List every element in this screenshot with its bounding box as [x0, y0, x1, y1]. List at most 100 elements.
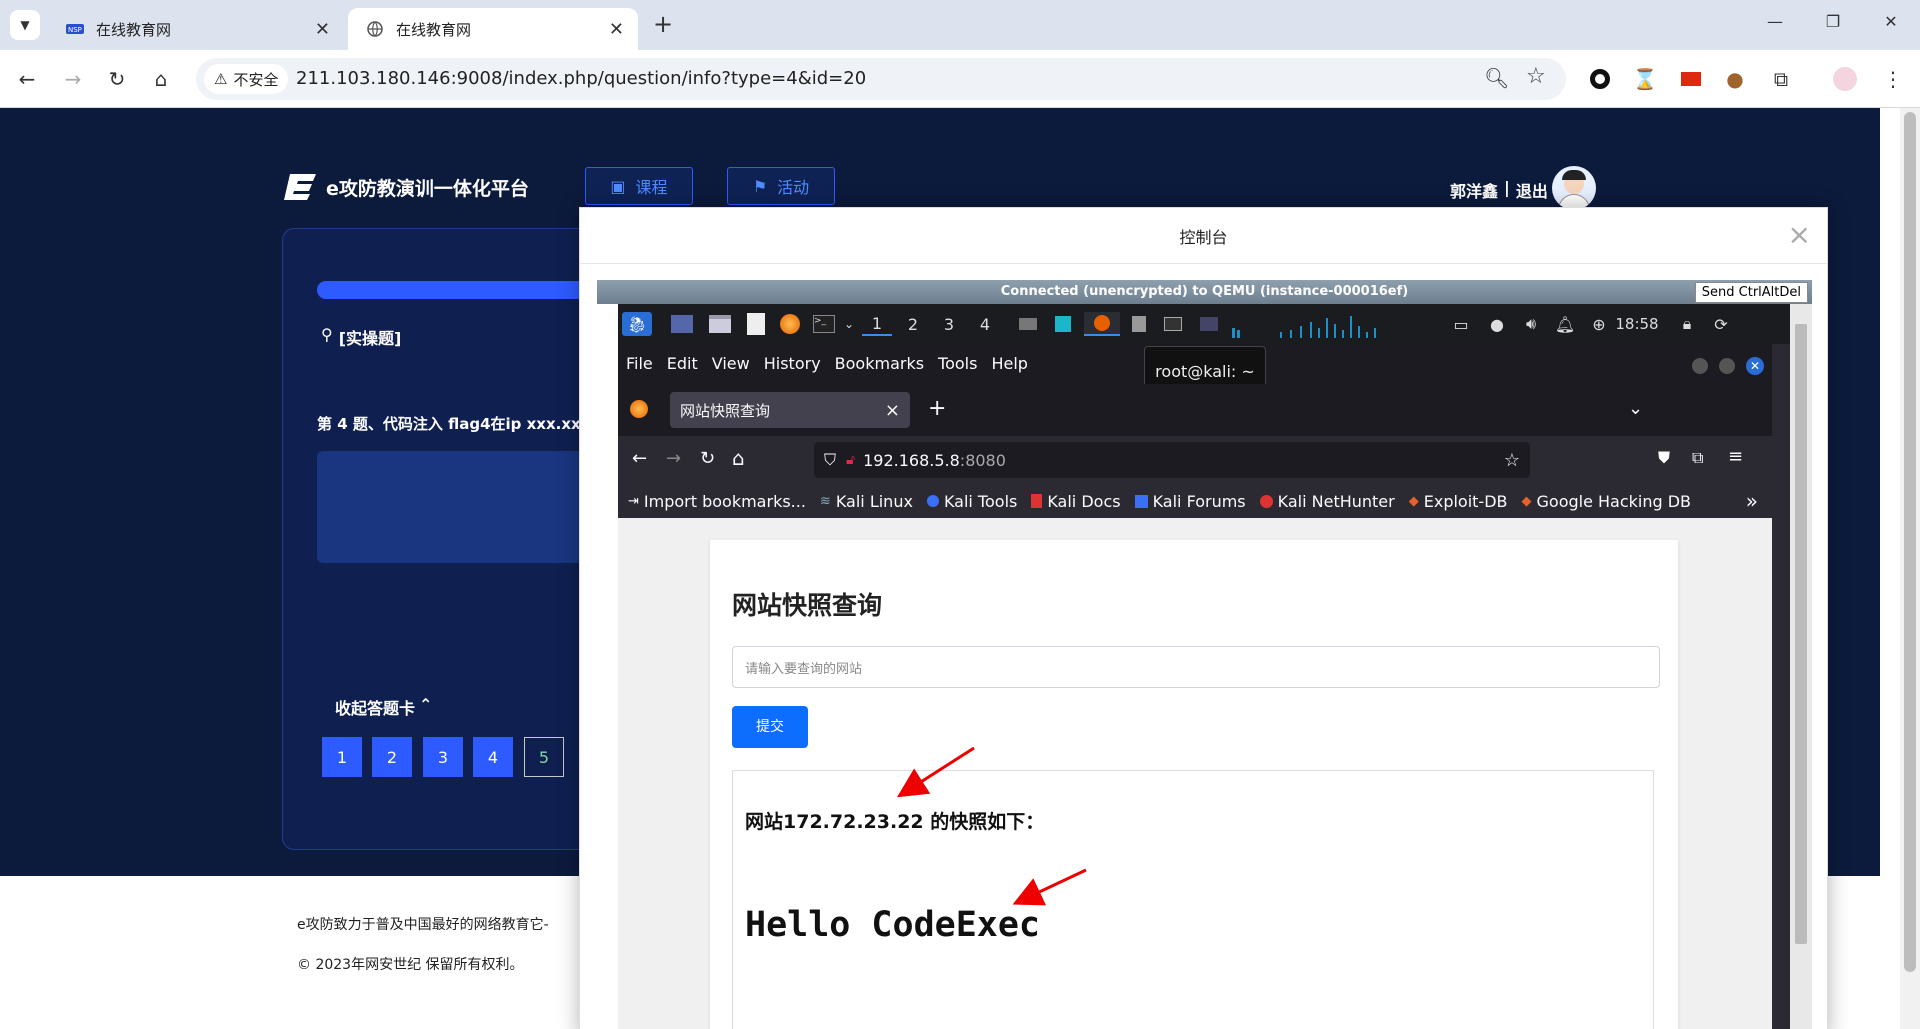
home-button[interactable]: ⌂: [146, 64, 176, 94]
close-icon[interactable]: ✕: [609, 19, 624, 40]
list-all-tabs-icon[interactable]: ⌄: [1628, 398, 1643, 419]
menu-help[interactable]: Help: [991, 354, 1027, 373]
extensions-icon[interactable]: ⧉: [1692, 448, 1703, 468]
bookmarks-overflow-button[interactable]: »: [1746, 489, 1758, 513]
site-logo[interactable]: e攻防教演训一体化平台: [282, 172, 529, 202]
answer-box[interactable]: [317, 451, 617, 563]
workspace-2[interactable]: 2: [898, 312, 928, 336]
file-manager-icon[interactable]: [708, 312, 732, 336]
menu-view[interactable]: View: [712, 354, 750, 373]
minimize-button[interactable]: —: [1760, 12, 1790, 36]
window-close-dot[interactable]: ✕: [1746, 357, 1764, 375]
bookmark-kali-linux[interactable]: ≋ Kali Linux: [820, 492, 913, 511]
question-number-button[interactable]: 2: [372, 737, 412, 777]
vnc-screen[interactable]: 🐉︎ >_ ⌄ 1 2 3 4 ▭ ● 🔊︎ 🔔︎ ⊕ 18:58 🔒︎ ⟳ F…: [618, 304, 1790, 1029]
window-minimize-dot[interactable]: [1692, 358, 1708, 374]
kali-menu-icon[interactable]: 🐉︎: [622, 312, 652, 336]
power-status-icon[interactable]: ⊕: [1588, 312, 1610, 336]
tab-search-button[interactable]: ▼: [10, 10, 40, 40]
bookmark-kali-forums[interactable]: Kali Forums: [1134, 492, 1246, 511]
firefox-tab[interactable]: 网站快照查询 ×: [670, 392, 910, 428]
show-desktop-icon[interactable]: [670, 312, 694, 336]
volume-icon[interactable]: 🔊︎: [1520, 312, 1542, 336]
collapse-card-toggle[interactable]: 收起答题卡 ⌃: [335, 695, 432, 719]
bookmark-exploit-db[interactable]: ◆ Exploit-DB: [1409, 492, 1508, 511]
workspace-3[interactable]: 3: [934, 312, 964, 336]
pocket-icon[interactable]: ⛊: [1658, 448, 1670, 468]
window-button-firefox[interactable]: [1084, 312, 1120, 336]
logout-icon[interactable]: ⟳: [1710, 312, 1732, 336]
menu-tools[interactable]: Tools: [938, 354, 977, 373]
restore-button[interactable]: ❐: [1818, 12, 1848, 36]
firefox-url-bar[interactable]: ⛉ 🔓︎ 192.168.5.8 :8080 ☆: [814, 442, 1530, 478]
close-icon[interactable]: ×: [885, 400, 900, 421]
menu-file[interactable]: File: [626, 354, 653, 373]
terminal-icon[interactable]: >_: [812, 312, 836, 336]
screen-icon[interactable]: ▭: [1450, 312, 1472, 336]
text-editor-icon[interactable]: [744, 312, 768, 336]
back-icon[interactable]: ←: [632, 448, 647, 469]
extension-flag-icon[interactable]: [1676, 64, 1706, 94]
bookmark-star-icon[interactable]: ☆: [1526, 64, 1546, 89]
security-chip[interactable]: ⚠ 不安全: [204, 64, 289, 94]
clock[interactable]: 18:58: [1612, 312, 1662, 336]
page-scrollbar[interactable]: [1900, 108, 1920, 1029]
window-button-app[interactable]: [1048, 312, 1078, 336]
bookmark-kali-tools[interactable]: Kali Tools: [926, 492, 1017, 511]
firefox-view-icon[interactable]: [630, 400, 648, 418]
new-tab-button[interactable]: +: [650, 10, 676, 40]
extension-circle-icon[interactable]: [1585, 64, 1615, 94]
nav-activities-button[interactable]: ⚑ 活动: [727, 167, 835, 205]
window-button-editor[interactable]: [1124, 312, 1154, 336]
address-bar[interactable]: ⚠ 不安全 211.103.180.146:9008/index.php/que…: [196, 58, 1566, 100]
bookmark-star-icon[interactable]: ☆: [1504, 450, 1520, 471]
window-button-terminal[interactable]: [1158, 312, 1188, 336]
question-number-button[interactable]: 4: [473, 737, 513, 777]
browser-tab-1[interactable]: NSP 在线教育网 ✕: [48, 8, 344, 50]
modal-close-button[interactable]: ×: [1788, 218, 1811, 251]
bookmark-google-hacking-db[interactable]: ◆ Google Hacking DB: [1522, 492, 1692, 511]
chevron-down-icon[interactable]: ⌄: [842, 312, 856, 336]
question-number-button[interactable]: 5: [524, 737, 564, 777]
more-menu-icon[interactable]: ⋮: [1878, 64, 1908, 94]
reload-icon[interactable]: ↻: [700, 448, 715, 469]
close-window-button[interactable]: ✕: [1876, 12, 1906, 36]
new-tab-button[interactable]: +: [928, 396, 946, 421]
home-icon[interactable]: ⌂: [732, 446, 745, 470]
lock-icon[interactable]: 🔒︎: [1676, 312, 1698, 336]
bookmark-kali-nethunter[interactable]: Kali NetHunter: [1259, 492, 1395, 511]
window-button-desktop[interactable]: [1194, 312, 1224, 336]
url-text[interactable]: 211.103.180.146:9008/index.php/question/…: [296, 68, 866, 89]
firefox-scrollbar[interactable]: [1772, 344, 1790, 1029]
menu-bookmarks[interactable]: Bookmarks: [835, 354, 924, 373]
close-icon[interactable]: ✕: [315, 19, 330, 40]
forward-button[interactable]: →: [58, 64, 88, 94]
firefox-icon[interactable]: [778, 312, 802, 336]
bookmark-kali-docs[interactable]: Kali Docs: [1031, 492, 1121, 511]
question-number-button[interactable]: 3: [423, 737, 463, 777]
browser-tab-2[interactable]: 在线教育网 ✕: [348, 8, 638, 50]
forward-icon[interactable]: →: [666, 448, 681, 469]
send-ctrl-alt-del-button[interactable]: Send CtrlAltDel: [1694, 282, 1808, 303]
menu-history[interactable]: History: [764, 354, 821, 373]
question-number-button[interactable]: 1: [322, 737, 362, 777]
workspace-4[interactable]: 4: [970, 312, 1000, 336]
user-name[interactable]: 郭洋鑫: [1450, 178, 1498, 202]
menu-edit[interactable]: Edit: [667, 354, 698, 373]
notification-bell-icon[interactable]: 🔔︎: [1554, 312, 1576, 336]
window-maximize-dot[interactable]: [1719, 358, 1735, 374]
extension-hourglass-icon[interactable]: ⌛: [1630, 64, 1660, 94]
reload-button[interactable]: ↻: [102, 64, 132, 94]
workspace-1[interactable]: 1: [862, 312, 892, 336]
back-button[interactable]: ←: [12, 64, 42, 94]
window-button-files[interactable]: [1013, 312, 1043, 336]
network-icon[interactable]: ●: [1486, 312, 1508, 336]
extension-cookie-icon[interactable]: ●: [1720, 64, 1750, 94]
modal-scrollbar[interactable]: [1790, 304, 1812, 1029]
avatar[interactable]: [1552, 166, 1596, 210]
hamburger-menu-icon[interactable]: ≡: [1728, 446, 1743, 467]
bookmark-import[interactable]: ⇥ Import bookmarks...: [628, 492, 806, 511]
profile-avatar[interactable]: [1830, 64, 1860, 94]
logout-link[interactable]: 退出: [1516, 178, 1548, 202]
zoom-icon[interactable]: 🔍︎: [1484, 66, 1509, 90]
